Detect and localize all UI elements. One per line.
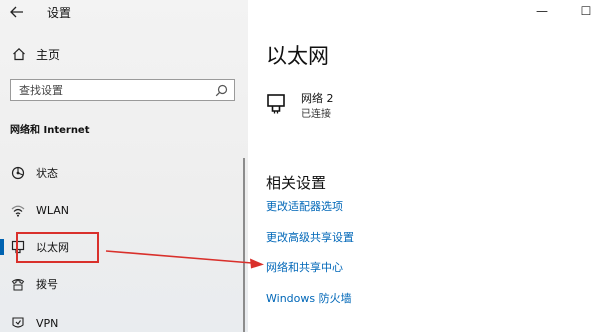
wifi-icon: [10, 202, 26, 218]
maximize-button[interactable]: ☐: [564, 0, 608, 22]
network-name: 网络 2: [301, 92, 334, 105]
annotation-highlight-box: [16, 232, 99, 263]
minimize-button[interactable]: —: [520, 0, 564, 22]
link-network-sharing-center[interactable]: 网络和共享中心: [266, 259, 343, 275]
sidebar-item-home[interactable]: 主页: [10, 44, 60, 64]
home-icon: [10, 45, 28, 63]
sidebar-item-status[interactable]: 状态: [0, 158, 244, 188]
home-label: 主页: [36, 47, 61, 62]
dialup-icon: [10, 276, 26, 292]
sidebar-item-dialup[interactable]: 拨号: [0, 269, 244, 299]
search-input[interactable]: [19, 83, 209, 97]
section-heading: 网络和 Internet: [10, 125, 90, 136]
network-status: 已连接: [301, 109, 331, 120]
link-advanced-sharing-settings[interactable]: 更改高级共享设置: [266, 229, 354, 245]
sidebar-scrollbar[interactable]: [243, 158, 245, 332]
vpn-icon: [10, 315, 26, 331]
sidebar-item-label: 状态: [36, 167, 58, 180]
sidebar-item-label: VPN: [36, 316, 59, 330]
status-icon: [10, 165, 26, 181]
app-title: 设置: [47, 6, 72, 20]
sidebar-item-wlan[interactable]: WLAN: [0, 195, 244, 225]
back-arrow-icon[interactable]: [6, 2, 28, 22]
sidebar-item-vpn[interactable]: VPN: [0, 308, 244, 332]
search-box[interactable]: [10, 79, 235, 101]
sidebar-item-label: 拨号: [36, 278, 58, 291]
settings-window: 设置 主页 网络和 Internet 状态 WLAN: [0, 0, 608, 332]
search-icon[interactable]: [215, 84, 228, 97]
selection-indicator: [0, 239, 4, 255]
related-settings-heading: 相关设置: [266, 174, 327, 192]
link-windows-firewall[interactable]: Windows 防火墙: [266, 290, 352, 306]
window-controls: — ☐: [520, 0, 608, 22]
page-title: 以太网: [266, 44, 329, 68]
sidebar: 设置 主页 网络和 Internet 状态 WLAN: [0, 0, 248, 332]
link-change-adapter-options[interactable]: 更改适配器选项: [266, 198, 343, 214]
main-panel: — ☐ 以太网 网络 2 已连接 相关设置 更改适配器选项 更改高级共享设置 网…: [248, 0, 608, 332]
ethernet-network-icon: [267, 94, 285, 114]
sidebar-item-label: WLAN: [36, 203, 70, 217]
